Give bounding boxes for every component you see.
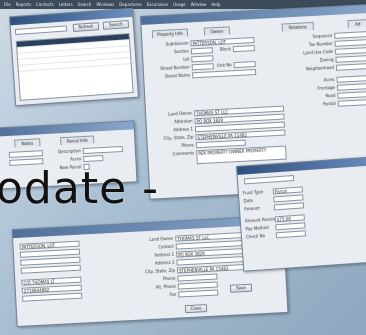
section-label: Section <box>173 48 190 55</box>
neighborhood-label: Neighborhood <box>305 64 335 72</box>
parcel-window-titlebar <box>0 121 134 137</box>
tab-owner[interactable]: Owner <box>203 26 231 36</box>
attention-label: Attention <box>173 118 193 125</box>
tab-property-info[interactable]: Property Info <box>151 28 189 39</box>
tax-number-field[interactable] <box>334 39 366 47</box>
address1-label: Address 1 <box>173 126 194 133</box>
tab-relations[interactable]: Relations <box>281 21 314 32</box>
amount-received-field[interactable]: $75.00 <box>274 214 305 223</box>
rental-field[interactable] <box>337 98 366 107</box>
address1-label: Address 1 <box>154 251 175 258</box>
amount-received-label: Amount Received <box>244 216 281 224</box>
search-window: Refresh Search <box>9 7 139 107</box>
pay-method-field[interactable] <box>275 222 306 231</box>
owner-field-4[interactable] <box>20 264 81 274</box>
refresh-button[interactable]: Refresh <box>72 22 100 32</box>
description-field[interactable] <box>82 145 123 155</box>
sequence-label: Sequence <box>312 32 333 39</box>
comments-field[interactable]: PER PROPERTY OWNER PROPERTY <box>196 145 287 165</box>
phone-field[interactable] <box>177 273 218 282</box>
payment-window: Fund Type Parcel Date Amount Amount Rece… <box>236 155 366 272</box>
phone-label: Phone <box>162 275 176 282</box>
city-state-zip-label: City, State, Zip <box>163 134 194 141</box>
tax-number-label: Tax Number <box>308 40 333 48</box>
lot-field[interactable] <box>191 55 214 63</box>
menu-item-search[interactable]: Search <box>78 2 92 7</box>
contact-label: Contact <box>158 243 174 250</box>
comments-label: Comments <box>172 150 195 157</box>
fax-label: Fax <box>169 291 177 298</box>
street-name-field[interactable] <box>192 69 257 79</box>
alt-phone-label: Alt. Phone <box>155 283 176 290</box>
acres-field[interactable] <box>83 155 104 163</box>
acres-field[interactable] <box>336 75 366 83</box>
phone-label: Phone <box>181 142 194 149</box>
acres-label: Acres <box>323 76 335 83</box>
section-field[interactable] <box>190 47 214 55</box>
amount-label: Amount <box>243 205 260 212</box>
date-label: Date <box>243 197 254 204</box>
lot-label: Lot <box>183 56 190 62</box>
road-label: Road <box>325 92 336 99</box>
block-field[interactable] <box>232 45 255 53</box>
frontage-label: Frontage <box>317 84 336 91</box>
frontage-field[interactable] <box>336 83 366 91</box>
city-state-zip-label: City, State, Zip <box>144 267 176 275</box>
check-no-field[interactable] <box>275 230 307 239</box>
overlay-caption: odate - <box>0 163 159 214</box>
desktop-background: File Reports Contacts Letters Search Windows D… <box>0 0 366 335</box>
fund-type-field[interactable]: Parcel <box>272 186 304 195</box>
street-number-label: Street Number <box>160 64 190 72</box>
neighborhood-field[interactable] <box>335 63 366 71</box>
menu-item-letters[interactable]: Letters <box>59 2 73 7</box>
results-grid[interactable] <box>15 33 134 101</box>
menu-item-file[interactable]: File <box>4 2 11 7</box>
sequence-field[interactable] <box>334 31 366 39</box>
phone-field[interactable] <box>195 139 246 149</box>
street-number-field[interactable] <box>191 63 214 71</box>
menu-item-window[interactable]: Window <box>191 2 207 7</box>
owner-field-7[interactable] <box>22 292 83 302</box>
description-label: Description <box>57 148 81 155</box>
block-label: Block <box>219 46 231 52</box>
land-owner-label: Land Owner <box>167 110 193 117</box>
alt-phone-field[interactable] <box>177 281 218 290</box>
save-button[interactable]: Save <box>229 283 253 293</box>
land-owner-label: Land Owner <box>149 235 174 242</box>
road-field[interactable] <box>337 91 366 99</box>
pay-method-label: Pay Method <box>245 224 269 232</box>
menu-item-contacts[interactable]: Contacts <box>36 2 54 7</box>
land-use-code-field[interactable] <box>334 47 366 55</box>
zoning-field[interactable] <box>335 55 366 63</box>
menu-item-windows[interactable]: Windows <box>96 2 114 7</box>
unit-no-label: Unit No <box>216 62 232 69</box>
check-no-label: Check No <box>245 233 266 240</box>
search-button[interactable]: Search <box>102 20 130 30</box>
menu-item-departures[interactable]: Departures <box>119 2 141 7</box>
unit-no-field[interactable] <box>233 61 256 69</box>
menu-item-help[interactable]: Help <box>211 2 220 7</box>
menu-item-reports[interactable]: Reports <box>16 2 31 7</box>
tab-notes[interactable]: Notes <box>14 138 41 148</box>
tab-parcel-info[interactable]: Parcel Info <box>60 135 95 146</box>
zoning-label: Zoning <box>319 56 334 63</box>
land-use-code-label: Land Use Code <box>303 48 334 56</box>
fax-field[interactable] <box>178 289 219 298</box>
date-field[interactable] <box>273 194 304 203</box>
address2-label: Address 2 <box>154 259 175 266</box>
street-name-label: Street Name <box>164 72 191 79</box>
subdivision-label: Subdivision <box>165 40 189 47</box>
search-field[interactable] <box>14 25 68 36</box>
tab-ad[interactable]: Ad <box>347 19 366 29</box>
fund-type-label: Fund Type <box>242 189 264 196</box>
parcel-field-1[interactable] <box>8 150 44 158</box>
menu-item-usage[interactable]: Usage <box>173 2 185 7</box>
city-state-zip-field[interactable]: STEPHENVILLE PA 15482 <box>176 263 248 274</box>
close-button[interactable]: Close <box>184 304 208 314</box>
menu-item-excursions[interactable]: Excursions <box>147 2 168 7</box>
amount-field[interactable] <box>273 202 305 211</box>
payment-header-field[interactable] <box>243 174 295 185</box>
rental-label: Rental <box>322 100 336 107</box>
